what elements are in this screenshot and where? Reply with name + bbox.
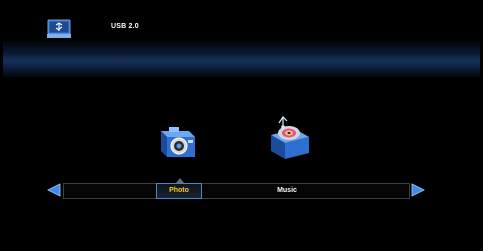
usb-drive-icon (47, 19, 71, 38)
camera-icon[interactable] (155, 121, 197, 161)
header-band (3, 41, 480, 77)
media-type-music[interactable]: Music (267, 184, 307, 198)
arrow-right-icon[interactable] (411, 183, 425, 197)
device-label: USB 2.0 (111, 23, 139, 30)
arrow-left-icon[interactable] (47, 183, 61, 197)
media-browser-screen: USB 2.0 Photo Music (3, 3, 480, 248)
media-type-bar: Photo Music (63, 178, 410, 199)
music-disc-icon[interactable] (265, 115, 313, 161)
media-type-photo[interactable]: Photo (156, 183, 202, 199)
